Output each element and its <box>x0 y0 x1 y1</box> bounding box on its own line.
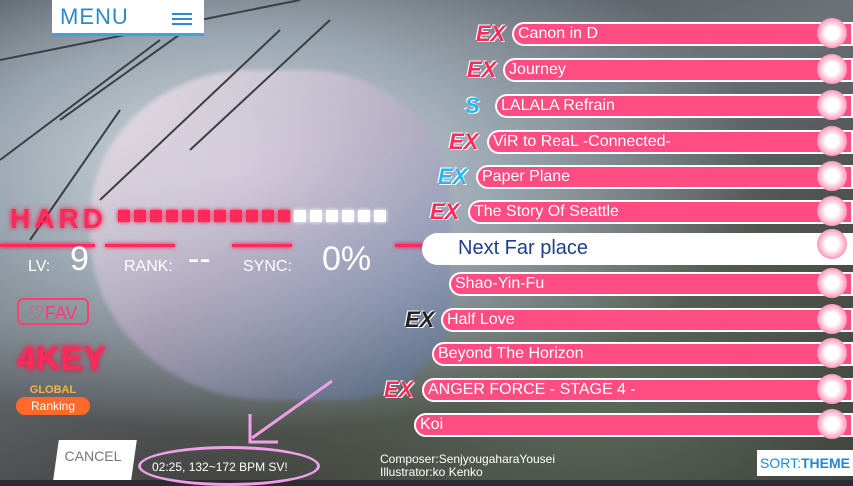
song-title: Next Far place <box>458 237 589 259</box>
key-mode-button[interactable]: 4KEY <box>17 340 106 379</box>
gauge-cell <box>326 210 338 222</box>
gauge-cell <box>134 210 146 222</box>
song-item[interactable]: Shao-Yin-Fu <box>449 268 853 298</box>
song-item-selected[interactable]: Next Far place <box>422 229 853 265</box>
menu-button[interactable]: MENU <box>52 0 204 36</box>
song-title: Journey <box>509 61 566 78</box>
global-label: GLOBAL <box>29 384 77 396</box>
rank-label: RANK: <box>124 258 173 275</box>
difficulty-badge: EX <box>430 199 460 224</box>
song-title: The Story Of Seattle <box>474 203 619 220</box>
level-value: 9 <box>70 240 89 278</box>
song-item[interactable]: The Story Of Seattle <box>468 196 853 226</box>
flower-icon <box>817 338 847 368</box>
gauge-cell <box>246 210 258 222</box>
sort-value: THEME <box>800 455 850 471</box>
rank-value: -- <box>188 240 211 278</box>
bpm-info: 02:25, 132~172 BPM SV! <box>152 460 288 474</box>
song-item[interactable]: Koi <box>414 409 853 439</box>
gauge-cell <box>342 210 354 222</box>
flower-icon <box>817 126 847 156</box>
gauge-cell <box>118 210 130 222</box>
difficulty-badge: EX <box>405 307 435 332</box>
difficulty-label[interactable]: HARD <box>10 203 107 235</box>
flower-icon <box>817 268 847 298</box>
song-item[interactable]: Canon in D <box>512 18 853 48</box>
gauge-cell <box>262 210 274 222</box>
song-item[interactable]: ANGER FORCE - STAGE 4 - <box>422 374 853 404</box>
song-title: ViR to ReaL -Connected- <box>493 133 671 150</box>
flower-icon <box>817 161 847 191</box>
song-item[interactable]: Paper Plane <box>476 161 853 191</box>
flower-icon <box>817 90 847 120</box>
gauge-cell <box>278 210 290 222</box>
gauge-cell <box>166 210 178 222</box>
song-title: Paper Plane <box>482 168 571 185</box>
difficulty-badge: EX <box>438 164 468 189</box>
divider <box>105 244 175 247</box>
gauge-cell <box>230 210 242 222</box>
sync-value: 0% <box>322 240 372 278</box>
favorite-button[interactable]: ♡FAV <box>17 298 89 325</box>
annotation-arrow <box>248 379 333 444</box>
gauge-cell <box>374 210 386 222</box>
level-label: LV: <box>28 258 51 275</box>
song-item[interactable]: Journey <box>503 54 853 84</box>
flower-icon <box>817 18 847 48</box>
song-title: Shao-Yin-Fu <box>455 275 545 292</box>
gauge-cell <box>150 210 162 222</box>
illustrator-text: Illustrator:ko Kenko <box>380 465 483 479</box>
gauge-cell <box>294 210 306 222</box>
song-title: Half Love <box>447 311 515 328</box>
sort-prefix: SORT: <box>760 455 801 471</box>
song-title: Koi <box>420 416 444 433</box>
flower-icon <box>817 304 847 334</box>
hamburger-icon <box>172 13 192 28</box>
song-item[interactable]: LALALA Refrain <box>495 90 853 120</box>
difficulty-badge: S <box>465 93 480 118</box>
gauge-cell <box>182 210 194 222</box>
gauge-cell <box>310 210 322 222</box>
song-title: ANGER FORCE - STAGE 4 - <box>428 381 636 398</box>
cancel-label: CANCEL <box>64 448 122 464</box>
ranking-label: Ranking <box>16 397 90 415</box>
song-title: Beyond The Horizon <box>438 345 584 362</box>
flower-icon <box>817 229 847 259</box>
menu-label: MENU <box>60 4 129 29</box>
cancel-button[interactable]: CANCEL <box>53 440 137 480</box>
difficulty-badge: EX <box>449 129 479 154</box>
song-title: LALALA Refrain <box>501 97 615 114</box>
global-ranking-button[interactable]: GLOBAL Ranking <box>16 384 90 415</box>
flower-icon <box>817 196 847 226</box>
song-credits: Composer:SenjyougaharaYousei Illustrator… <box>380 453 555 479</box>
gauge-cell <box>214 210 226 222</box>
difficulty-gauge <box>118 210 386 222</box>
flower-icon <box>817 374 847 404</box>
song-item[interactable]: ViR to ReaL -Connected- <box>487 126 853 156</box>
sync-label: SYNC: <box>243 258 292 275</box>
sort-button[interactable]: SORT:THEME <box>757 450 853 476</box>
song-item[interactable]: Beyond The Horizon <box>432 338 853 368</box>
difficulty-badge: EX <box>467 57 497 82</box>
difficulty-badge: EX <box>384 377 414 402</box>
flower-icon <box>817 409 847 439</box>
divider <box>232 244 292 247</box>
song-item[interactable]: Half Love <box>441 304 853 334</box>
difficulty-badge: EX <box>476 21 506 46</box>
song-title: Canon in D <box>518 25 599 42</box>
flower-icon <box>817 54 847 84</box>
gauge-cell <box>358 210 370 222</box>
gauge-cell <box>198 210 210 222</box>
